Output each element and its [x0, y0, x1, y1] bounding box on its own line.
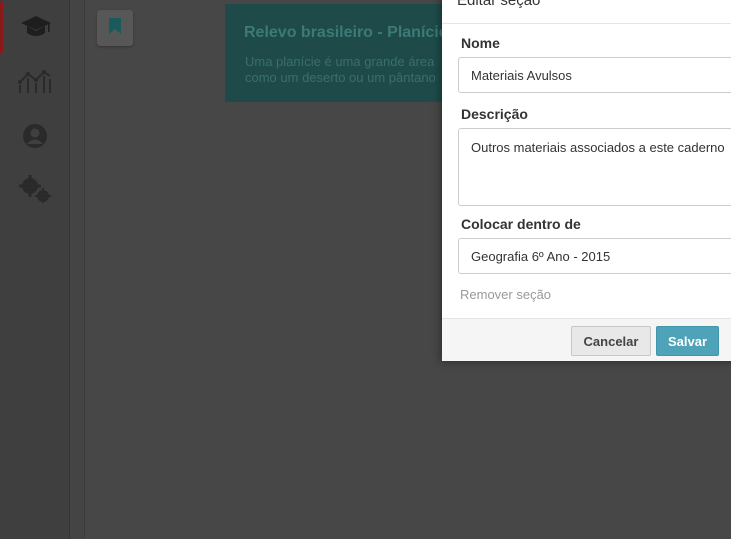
description-label: Descrição: [461, 106, 528, 122]
secondary-column: [70, 0, 85, 539]
sidebar: [0, 0, 70, 539]
banner-text: Uma planície é uma grande área como um d…: [245, 54, 436, 85]
parent-label: Colocar dentro de: [461, 216, 581, 232]
bookmark-button[interactable]: [97, 10, 133, 46]
modal-footer: Cancelar Salvar: [442, 318, 731, 361]
cancel-button[interactable]: Cancelar: [571, 326, 651, 356]
modal-header: Editar seção: [442, 0, 731, 24]
user-icon: [22, 123, 48, 149]
sidebar-item-courses[interactable]: [0, 1, 69, 53]
sidebar-item-reports[interactable]: [0, 54, 69, 106]
save-button[interactable]: Salvar: [656, 326, 719, 356]
name-label: Nome: [461, 35, 500, 51]
modal-title: Editar seção: [457, 0, 541, 9]
sidebar-item-profile[interactable]: [0, 110, 69, 162]
edit-section-modal: Editar seção Nome Descrição Outros mater…: [442, 0, 731, 361]
parent-select[interactable]: [458, 238, 731, 274]
gears-icon: [18, 175, 51, 203]
sidebar-item-settings[interactable]: [0, 163, 69, 215]
remove-section-link[interactable]: Remover seção: [460, 287, 551, 302]
banner-title: Relevo brasileiro - Planície: [244, 24, 448, 41]
bookmark-icon: [109, 17, 121, 39]
description-textarea[interactable]: Outros materiais associados a este cader…: [458, 128, 731, 206]
graduation-cap-icon: [20, 13, 52, 41]
chart-icon: [17, 66, 52, 94]
lesson-banner: Relevo brasileiro - Planície Uma planíci…: [225, 4, 465, 102]
name-input[interactable]: [458, 57, 731, 93]
